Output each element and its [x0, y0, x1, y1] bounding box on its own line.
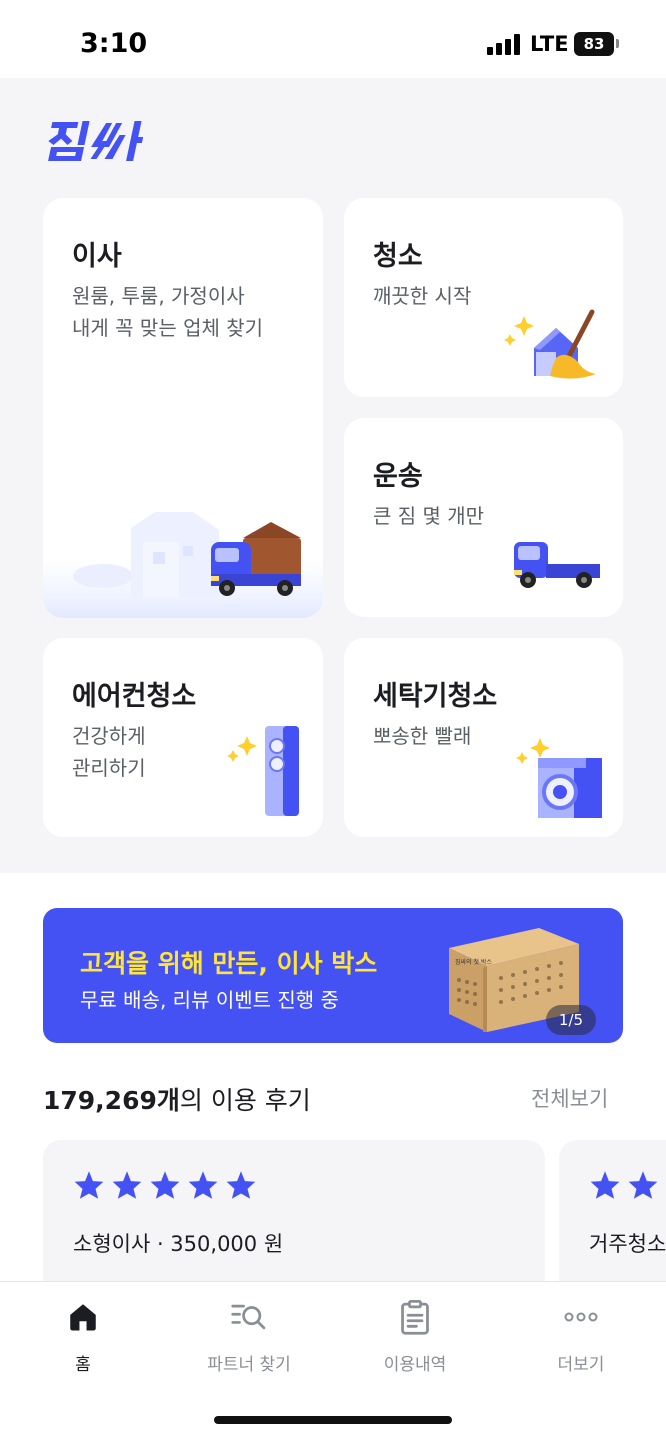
nav-label: 홈: [75, 1355, 91, 1375]
rating-stars: [589, 1170, 659, 1200]
service-card-moving[interactable]: 이사 원룸, 투룸, 가정이사 내게 꼭 맞는 업체 찾기: [43, 198, 323, 618]
rating-stars: [73, 1170, 257, 1200]
review-card[interactable]: 소형이사 · 350,000 원: [43, 1140, 545, 1300]
svg-text:짐싸의 첫 박스: 짐싸의 첫 박스: [455, 958, 492, 966]
service-card-delivery[interactable]: 운송 큰 짐 몇 개만: [344, 418, 623, 617]
service-subtitle: 깨끗한 시작: [373, 284, 472, 308]
home-icon: [70, 1304, 96, 1331]
service-title: 이사: [72, 241, 122, 272]
home-indicator: [214, 1416, 452, 1424]
reviews-heading: 179,269개의 이용 후기: [43, 1081, 311, 1117]
review-card[interactable]: 거주청소: [559, 1140, 666, 1300]
air-conditioner-icon: [227, 726, 299, 816]
service-subtitle: 큰 짐 몇 개만: [373, 504, 485, 528]
star-icon: [112, 1171, 142, 1199]
service-subtitle: 원룸, 투룸, 가정이사 내게 꼭 맞는 업체 찾기: [72, 284, 264, 340]
battery-icon: 83: [574, 32, 614, 56]
banner-page-indicator: 1/5: [546, 1005, 596, 1035]
broom-house-icon: [504, 309, 596, 379]
reviews-count: 179,269개: [43, 1086, 180, 1115]
star-icon: [226, 1171, 256, 1199]
nav-label: 이용내역: [383, 1355, 447, 1375]
service-title: 에어컨청소: [72, 681, 197, 712]
nav-item-more[interactable]: 더보기: [498, 1282, 664, 1382]
nav-label: 파트너 찾기: [207, 1355, 291, 1375]
signal-icon: [487, 33, 521, 55]
service-title: 세탁기청소: [373, 681, 498, 712]
review-meta: 거주청소: [589, 1232, 666, 1256]
banner-subtitle: 무료 배송, 리뷰 이벤트 진행 중: [80, 988, 339, 1012]
washing-machine-icon: [516, 738, 602, 818]
service-card-washer[interactable]: 세탁기청소 뽀송한 빨래: [344, 638, 623, 837]
service-title: 청소: [373, 241, 423, 272]
service-subtitle: 건강하게 관리하기: [72, 724, 146, 780]
nav-item-history[interactable]: 이용내역: [332, 1282, 498, 1382]
reviews-view-all-link[interactable]: 전체보기: [531, 1083, 608, 1113]
status-bar: 3:10 LTE 83: [0, 0, 666, 78]
status-time: 3:10: [80, 28, 148, 59]
moving-truck-house-icon: [43, 512, 323, 618]
nav-item-home[interactable]: 홈: [0, 1282, 166, 1382]
more-dots-icon: [564, 1312, 598, 1322]
star-icon: [188, 1171, 218, 1199]
star-icon: [74, 1171, 104, 1199]
banner-title: 고객을 위해 만든, 이사 박스: [80, 949, 378, 978]
service-card-aircon[interactable]: 에어컨청소 건강하게 관리하기: [43, 638, 323, 837]
partner-search-icon: [231, 1304, 266, 1330]
pickup-truck-icon: [514, 542, 600, 588]
service-card-cleaning[interactable]: 청소 깨끗한 시작: [344, 198, 623, 397]
nav-item-partner-search[interactable]: 파트너 찾기: [166, 1282, 332, 1382]
battery-tip: [616, 39, 619, 48]
star-icon: [150, 1171, 180, 1199]
clipboard-icon: [401, 1300, 429, 1335]
service-title: 운송: [373, 461, 423, 492]
nav-label: 더보기: [557, 1355, 605, 1375]
review-meta: 소형이사 · 350,000 원: [73, 1232, 284, 1256]
network-label: LTE: [530, 32, 569, 56]
star-icon: [590, 1171, 620, 1199]
reviews-heading-suffix: 의 이용 후기: [179, 1086, 311, 1115]
service-subtitle: 뽀송한 빨래: [373, 724, 472, 748]
app-logo: [48, 121, 144, 161]
promo-banner[interactable]: 고객을 위해 만든, 이사 박스 무료 배송, 리뷰 이벤트 진행 중 짐싸의 …: [43, 908, 623, 1043]
star-icon: [628, 1171, 658, 1199]
